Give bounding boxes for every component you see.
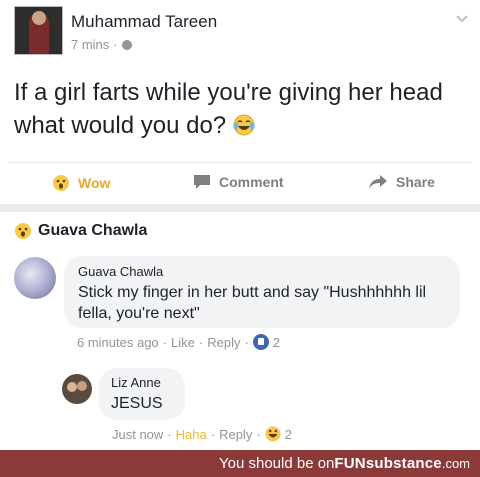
reply-reply-link[interactable]: Reply bbox=[219, 427, 252, 442]
post-text: If a girl farts while you're giving her … bbox=[14, 76, 464, 142]
reaction-user-name[interactable]: Guava Chawla bbox=[38, 222, 147, 240]
share-label: Share bbox=[396, 174, 435, 190]
comment-bubble: Guava Chawla Stick my finger in her butt… bbox=[64, 256, 460, 328]
comment-icon bbox=[194, 175, 210, 189]
wow-icon bbox=[15, 223, 31, 239]
comment-text: Stick my finger in her butt and say "Hus… bbox=[78, 284, 427, 322]
footer-brand: FUNsubstance bbox=[334, 455, 442, 472]
reply-meta: Just now · Haha · Reply · 2 bbox=[112, 426, 292, 442]
comment-meta: 6 minutes ago · Like · Reply · 2 bbox=[77, 334, 281, 350]
wow-icon bbox=[53, 175, 69, 191]
wow-label: Wow bbox=[78, 175, 111, 191]
author-name[interactable]: Muhammad Tareen bbox=[71, 12, 217, 32]
commenter-name[interactable]: Guava Chawla bbox=[78, 264, 446, 279]
post-header: Muhammad Tareen 7 mins · bbox=[14, 6, 469, 58]
author-avatar[interactable] bbox=[14, 6, 63, 55]
reply-time[interactable]: Just now bbox=[112, 427, 163, 442]
reply-link[interactable]: Reply bbox=[207, 335, 240, 350]
reaction-line: Guava Chawla bbox=[14, 222, 147, 240]
footer-brand-suffix: .com bbox=[441, 456, 470, 471]
comment-time[interactable]: 6 minutes ago bbox=[77, 335, 159, 350]
haha-icon[interactable] bbox=[265, 426, 281, 442]
reply-text: JESUS bbox=[111, 395, 163, 412]
reaction-count[interactable]: 2 bbox=[273, 335, 280, 350]
reply-reaction-count[interactable]: 2 bbox=[285, 427, 292, 442]
reply-avatar[interactable] bbox=[62, 374, 92, 404]
post-time[interactable]: 7 mins bbox=[71, 37, 109, 52]
commenter-avatar[interactable] bbox=[14, 257, 56, 299]
section-divider bbox=[0, 204, 480, 212]
share-button[interactable]: Share bbox=[368, 174, 435, 190]
reply-bubble: Liz Anne JESUS bbox=[99, 368, 185, 420]
watermark-footer: You should be on FUNsubstance .com bbox=[0, 450, 480, 477]
like-link[interactable]: Like bbox=[171, 335, 195, 350]
reply-commenter-name[interactable]: Liz Anne bbox=[111, 375, 173, 390]
action-bar: Wow Comment Share bbox=[0, 168, 480, 202]
post-text-content: If a girl farts while you're giving her … bbox=[14, 79, 443, 139]
meta-separator: · bbox=[113, 37, 118, 52]
laughing-tears-emoji-icon bbox=[233, 114, 255, 136]
haha-link[interactable]: Haha bbox=[176, 427, 207, 442]
post-divider bbox=[8, 162, 472, 163]
wow-button[interactable]: Wow bbox=[52, 174, 110, 192]
chevron-down-icon[interactable] bbox=[455, 12, 469, 26]
footer-prefix: You should be on bbox=[219, 455, 335, 472]
comment-label: Comment bbox=[219, 174, 284, 190]
globe-icon bbox=[121, 39, 132, 50]
share-icon bbox=[369, 175, 387, 189]
comment-button[interactable]: Comment bbox=[193, 174, 284, 190]
post-meta: 7 mins · bbox=[71, 37, 132, 52]
like-icon[interactable] bbox=[252, 334, 269, 350]
